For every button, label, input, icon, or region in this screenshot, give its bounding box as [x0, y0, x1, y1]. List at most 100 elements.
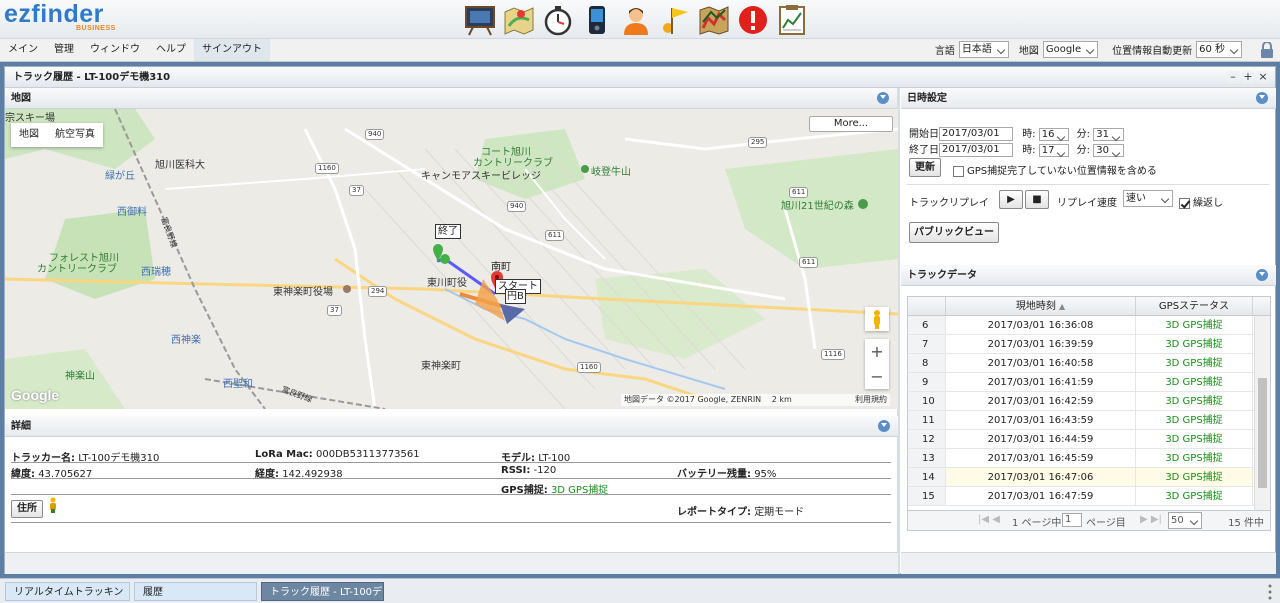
more-button[interactable]: More... [809, 116, 893, 132]
menu-help[interactable]: ヘルプ [148, 39, 194, 61]
map-label: 神楽山 [65, 371, 95, 382]
col-index [908, 297, 946, 315]
table-row[interactable]: 9 2017/03/01 16:41:59 3D GPS捕捉 [908, 373, 1270, 392]
menu-signout[interactable]: サインアウト [194, 39, 270, 61]
record-count: 15 件中 [1228, 518, 1264, 529]
presentation-icon[interactable] [462, 2, 497, 38]
map-view[interactable]: 宗スキー場 旭川医科大 コート旭川 カントリークラブ キャンモアスキービレッジ … [5, 109, 898, 409]
street-view-small-icon[interactable] [46, 497, 60, 513]
date-panel-title: 日時設定 [907, 93, 947, 104]
map-label: 西聖和 [223, 379, 253, 390]
waypoint-label[interactable]: 円B [505, 289, 526, 304]
include-unfixed-label: GPS捕捉完了していない位置情報を含める [967, 166, 1157, 177]
public-view-button[interactable]: パブリックビュー [909, 222, 999, 243]
map-icon[interactable] [501, 2, 536, 38]
start-date-label: 開始日 [909, 129, 939, 140]
col-gps-status[interactable]: GPSステータス [1136, 297, 1253, 315]
map-type-roadmap[interactable]: 地図 [11, 123, 47, 147]
track-history-window: トラック履歴 - LT-100デモ機310 – + × 地図 宗スキー場 旭川医… [4, 66, 1276, 574]
road-shield: 611 [789, 187, 809, 198]
report-icon[interactable] [774, 2, 809, 38]
language-select[interactable]: 日本語 [958, 41, 1009, 58]
collapse-map-icon[interactable] [877, 92, 889, 104]
lora-mac-label: LoRa Mac: [255, 449, 313, 460]
map-label: キャンモアスキービレッジ [421, 171, 541, 182]
include-unfixed-checkbox[interactable] [953, 165, 964, 177]
stopwatch-icon[interactable] [540, 2, 575, 38]
start-min-select[interactable]: 31 [1093, 128, 1124, 141]
zoom-out-button[interactable]: − [865, 364, 889, 389]
map-type-satellite[interactable]: 航空写真 [47, 123, 103, 147]
map-label: 宗スキー場 [5, 113, 55, 124]
grid-scrollbar[interactable] [1254, 316, 1270, 510]
menu-bar: メイン 管理 ウィンドウ ヘルプ サインアウト 言語 日本語 地図 Google… [0, 38, 1280, 62]
collapse-date-icon[interactable] [1256, 92, 1268, 104]
update-button[interactable]: 更新 [909, 158, 941, 177]
logo-subtext: BUSINESS [76, 25, 116, 32]
rssi-value: -120 [533, 465, 557, 476]
page-prefix: 1 ページ中 [1012, 518, 1062, 529]
first-page-icon[interactable]: |◀ ◀ [978, 514, 1000, 525]
table-row[interactable]: 8 2017/03/01 16:40:58 3D GPS捕捉 [908, 354, 1270, 373]
repeat-checkbox[interactable] [1179, 197, 1190, 209]
date-panel-header: 日時設定 [901, 88, 1276, 109]
more-vert-icon[interactable] [1268, 584, 1272, 600]
col-local-time[interactable]: 現地時刻 ▲ [946, 297, 1136, 315]
street-view-icon[interactable] [865, 307, 889, 331]
road-shield: 37 [327, 305, 342, 316]
map-label: 西神楽 [171, 335, 201, 346]
task-realtime[interactable]: リアルタイムトラッキン [5, 582, 130, 601]
end-min-select[interactable]: 30 [1093, 144, 1124, 157]
menu-admin[interactable]: 管理 [46, 39, 82, 61]
map-type-control: 地図 航空写真 [11, 123, 103, 147]
collapse-track-icon[interactable] [1256, 269, 1268, 281]
collapse-details-icon[interactable] [878, 420, 890, 432]
play-button[interactable]: ▶ [999, 190, 1023, 209]
end-date-input[interactable]: 2017/03/01 [939, 143, 1013, 157]
table-row[interactable]: 7 2017/03/01 16:39:59 3D GPS捕捉 [908, 335, 1270, 354]
map-attribution: 地図データ ©2017 Google, ZENRIN 2 km 利用規約 [621, 394, 891, 406]
road-shield: 1116 [821, 349, 845, 360]
auto-refresh-select[interactable]: 60 秒 [1196, 41, 1242, 58]
task-track-history[interactable]: トラック履歴 - LT-100デ [261, 582, 384, 601]
start-date-input[interactable]: 2017/03/01 [939, 127, 1013, 141]
details-panel-header: 詳細 [5, 416, 898, 437]
address-button[interactable]: 住所 [11, 500, 43, 518]
table-row[interactable]: 12 2017/03/01 16:44:59 3D GPS捕捉 [908, 430, 1270, 449]
flag-icon[interactable] [657, 2, 692, 38]
table-row[interactable]: 15 2017/03/01 16:47:59 3D GPS捕捉 [908, 487, 1270, 506]
user-icon[interactable] [618, 2, 653, 38]
end-hour-select[interactable]: 17 [1038, 144, 1070, 157]
task-history[interactable]: 履歴 [134, 582, 257, 601]
table-row-selected[interactable]: 14 2017/03/01 16:47:06 3D GPS捕捉 [908, 468, 1270, 487]
end-marker-label[interactable]: 終了 [435, 224, 461, 239]
map-label: 旭川医科大 [155, 160, 205, 171]
start-hour-select[interactable]: 16 [1038, 128, 1070, 141]
menu-main[interactable]: メイン [0, 39, 46, 61]
replay-speed-select[interactable]: 速い [1123, 190, 1173, 207]
alert-icon[interactable] [735, 2, 770, 38]
lock-icon[interactable] [1260, 42, 1274, 58]
track-map-icon[interactable] [696, 2, 731, 38]
device-icon[interactable] [579, 2, 614, 38]
road-shield: 1160 [577, 362, 601, 373]
table-row[interactable]: 13 2017/03/01 16:45:59 3D GPS捕捉 [908, 449, 1270, 468]
maximize-icon[interactable]: + [1242, 71, 1254, 83]
page-input[interactable]: 1 [1062, 513, 1082, 527]
map-label: 東川町役 [427, 278, 467, 289]
page-size-select[interactable]: 50 [1168, 512, 1202, 529]
menu-window[interactable]: ウィンドウ [82, 39, 148, 61]
table-row[interactable]: 6 2017/03/01 16:36:08 3D GPS捕捉 [908, 316, 1270, 335]
next-page-icon[interactable]: ▶ ▶| [1140, 514, 1162, 525]
replay-speed-label: リプレイ速度 [1057, 198, 1117, 209]
table-row[interactable]: 10 2017/03/01 16:42:59 3D GPS捕捉 [908, 392, 1270, 411]
map-label: 東神楽町役場 [273, 287, 333, 298]
zoom-in-button[interactable]: + [865, 339, 889, 364]
map-provider-select[interactable]: Google [1042, 41, 1099, 58]
map-label: カントリークラブ [37, 264, 117, 275]
minimize-icon[interactable]: – [1227, 71, 1239, 83]
table-row[interactable]: 11 2017/03/01 16:43:59 3D GPS捕捉 [908, 411, 1270, 430]
close-icon[interactable]: × [1257, 71, 1269, 83]
map-label: 西御料 [117, 207, 147, 218]
stop-button[interactable]: ■ [1025, 190, 1049, 209]
